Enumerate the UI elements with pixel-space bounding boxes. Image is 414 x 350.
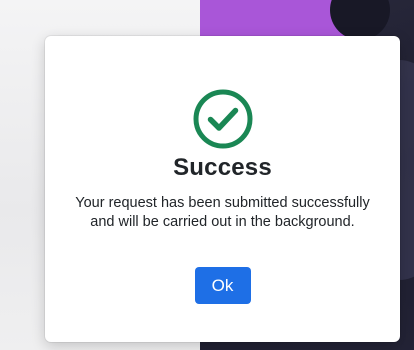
- ok-button[interactable]: Ok: [194, 267, 251, 304]
- check-circle-icon: [192, 88, 254, 150]
- success-dialog: Success Your request has been submitted …: [45, 36, 400, 342]
- screen: Success Your request has been submitted …: [0, 0, 414, 350]
- dialog-title: Success: [173, 154, 272, 181]
- dialog-message: Your request has been submitted successf…: [75, 195, 370, 230]
